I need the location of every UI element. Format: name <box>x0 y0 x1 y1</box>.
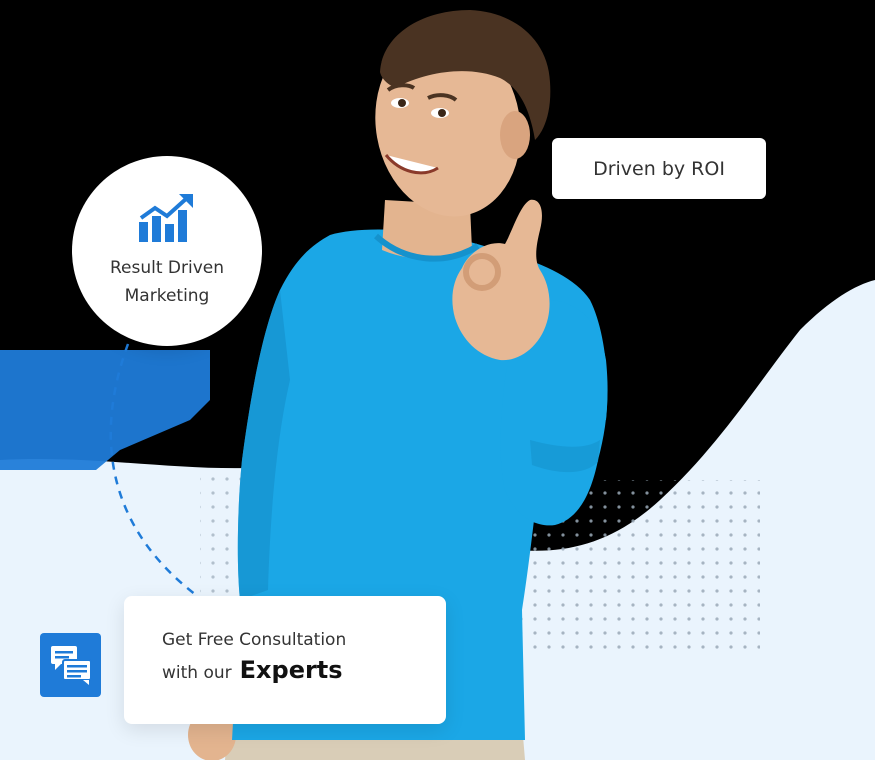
result-driven-badge: Result Driven Marketing <box>72 156 262 346</box>
chat-badge <box>40 633 101 697</box>
result-badge-line1: Result Driven <box>109 258 225 278</box>
hero-visual: Result Driven Marketing Driven by ROI Ge… <box>0 0 875 760</box>
blue-accent-block <box>0 350 210 470</box>
result-badge-line2: Marketing <box>124 286 210 306</box>
consultation-line2: with our Experts <box>162 656 343 684</box>
roi-badge-label: Driven by ROI <box>593 157 725 180</box>
growth-chart-icon <box>139 194 193 242</box>
consultation-card[interactable]: Get Free Consultation with our Experts <box>124 596 446 724</box>
roi-badge: Driven by ROI <box>552 138 766 199</box>
consultation-emphasis: Experts <box>239 656 343 684</box>
consultation-line2-prefix: with our <box>162 663 232 683</box>
chat-bubbles-icon <box>50 646 92 685</box>
consultation-line1: Get Free Consultation <box>162 630 347 650</box>
